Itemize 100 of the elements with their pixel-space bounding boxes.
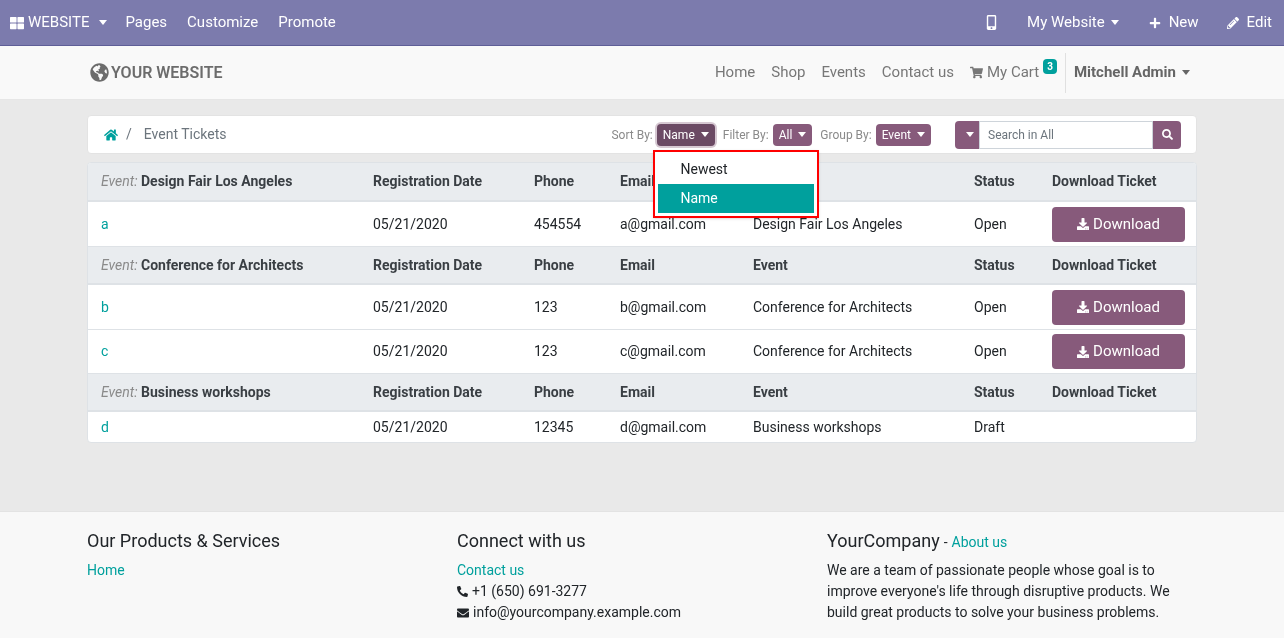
column-header: Event <box>753 382 789 402</box>
admin-menu-item[interactable]: Pages <box>115 11 178 34</box>
caret-icon <box>99 20 108 25</box>
table-cell-text: Conference for Architects <box>753 342 914 361</box>
breadcrumb-separator: / <box>126 125 132 144</box>
column-header: Phone <box>534 382 576 402</box>
table-cell-text: 454554 <box>534 214 583 234</box>
edit-button[interactable]: Edit <box>1226 11 1272 34</box>
download-icon <box>1077 301 1090 313</box>
site-logo[interactable]: YOUR WEBSITE <box>90 60 223 85</box>
column-header: Status <box>974 382 1016 402</box>
sort-option[interactable]: Newest <box>658 154 815 184</box>
table-cell-text: 123 <box>534 342 559 361</box>
ticket-link[interactable]: b <box>101 296 109 318</box>
table-cell-text: Conference for Architects <box>753 297 914 317</box>
logo-text: YOUR WEBSITE <box>111 61 223 84</box>
column-header: Phone <box>534 255 576 275</box>
nav-link[interactable]: Events <box>813 61 874 84</box>
caret-icon <box>798 132 807 137</box>
footer-heading: Connect with us <box>457 529 587 553</box>
table-cell-text: c@gmail.com <box>620 342 707 361</box>
filter-label: Filter By: <box>722 126 769 144</box>
about-link[interactable]: About us <box>951 532 1008 553</box>
caret-icon <box>1110 20 1119 25</box>
table-cell-text: d@gmail.com <box>620 417 708 437</box>
table-cell-text: Business workshops <box>753 417 883 437</box>
search-button[interactable] <box>1153 120 1181 149</box>
table-cell-text: 123 <box>534 297 559 317</box>
table-cell-text: 05/21/2020 <box>373 417 449 437</box>
download-icon <box>1077 218 1090 230</box>
ticket-link[interactable]: c <box>101 341 109 362</box>
column-header: Download Ticket <box>1052 255 1158 275</box>
table-cell-text: Open <box>974 342 1008 361</box>
sort-option[interactable]: Name <box>658 183 815 213</box>
phone-number: +1 (650) 691-3277 <box>472 582 587 602</box>
caret-icon <box>966 132 974 137</box>
column-header: Registration Date <box>373 382 484 402</box>
phone-icon <box>457 586 468 597</box>
footer-heading: Our Products & Services <box>87 529 282 553</box>
ticket-link[interactable]: a <box>101 213 109 235</box>
caret-icon <box>917 132 925 137</box>
footer-link[interactable]: Contact us <box>457 560 525 581</box>
footer-link[interactable]: Home <box>87 560 125 581</box>
search-icon <box>1161 129 1173 140</box>
about-text: We are a team of passionate people whose goal is to improve everyone's life through disruptive products. We build great products to solve your business problems. <box>827 561 1171 622</box>
admin-menu-item[interactable]: Promote <box>268 11 346 34</box>
group-title: Event: Business workshops <box>101 382 272 402</box>
column-header: Email <box>620 255 656 275</box>
download-button[interactable]: Download <box>1052 334 1185 369</box>
website-menu[interactable]: My Website <box>1027 11 1119 34</box>
table-cell-text: Draft <box>974 417 1006 437</box>
group-title: Event: Design Fair Los Angeles <box>101 172 294 191</box>
group-dropdown[interactable]: Event <box>875 123 931 146</box>
nav-link[interactable]: Home <box>706 61 764 84</box>
table-cell-text: 05/21/2020 <box>373 297 449 317</box>
search-scope-button[interactable] <box>955 120 979 149</box>
column-header: Phone <box>534 172 576 191</box>
group-label: Group By: <box>820 126 872 144</box>
table-cell-text: 05/21/2020 <box>373 342 449 361</box>
search-field[interactable]: Search in All <box>979 120 1153 149</box>
home-icon[interactable] <box>104 127 118 142</box>
column-header: Status <box>974 172 1016 191</box>
cart-icon <box>970 66 983 79</box>
email-address: info@yourcompany.example.com <box>473 603 681 622</box>
column-header: Status <box>974 255 1016 275</box>
heading-separator: - <box>943 533 948 552</box>
nav-link[interactable]: Contact us <box>873 61 962 84</box>
table-cell-text: b@gmail.com <box>620 297 708 317</box>
cart-count-badge: 3 <box>1043 59 1057 74</box>
envelope-icon <box>457 606 469 619</box>
admin-menu-item[interactable]: Customize <box>177 11 269 34</box>
group-title: Event: Conference for Architects <box>101 255 305 275</box>
download-button[interactable]: Download <box>1052 206 1185 242</box>
download-icon <box>1077 345 1090 358</box>
new-button[interactable]: New <box>1148 11 1199 34</box>
ticket-link[interactable]: d <box>101 416 109 438</box>
globe-icon <box>90 63 109 82</box>
footer-heading: YourCompany <box>827 529 940 553</box>
user-menu[interactable]: Mitchell Admin <box>1065 61 1190 84</box>
caret-icon <box>700 132 709 137</box>
column-header: Registration Date <box>373 255 484 275</box>
nav-link[interactable]: Shop <box>763 61 814 84</box>
column-header: Registration Date <box>373 172 484 191</box>
column-header: Download Ticket <box>1052 382 1158 402</box>
plus-icon <box>1148 16 1161 29</box>
table-cell-text: 12345 <box>534 417 575 437</box>
breadcrumb-current: Event Tickets <box>143 125 227 144</box>
grid-icon <box>10 15 24 30</box>
filter-dropdown[interactable]: All <box>772 123 813 146</box>
column-header: Event <box>753 255 789 275</box>
pencil-icon <box>1226 16 1239 29</box>
table-cell-text: a@gmail.com <box>620 214 708 234</box>
sort-label: Sort By: <box>611 126 653 144</box>
table-cell-text: Open <box>974 214 1008 234</box>
column-header: Email <box>620 382 656 402</box>
column-header: Download Ticket <box>1052 172 1158 191</box>
table-cell-text: Open <box>974 297 1008 317</box>
download-button[interactable]: Download <box>1052 289 1185 325</box>
sort-dropdown[interactable]: Name <box>656 123 715 146</box>
app-menu[interactable]: WEBSITE <box>0 11 116 34</box>
